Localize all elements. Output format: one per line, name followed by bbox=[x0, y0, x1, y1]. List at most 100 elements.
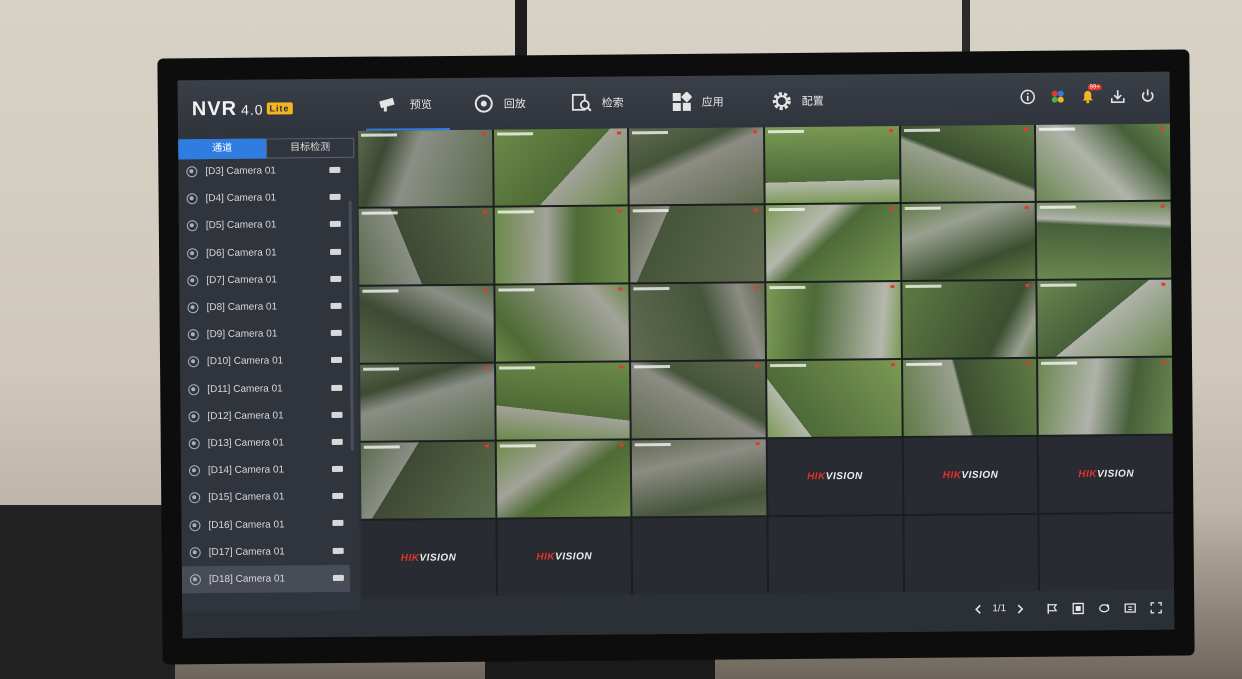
camera-list-item[interactable]: [D10] Camera 01 bbox=[180, 347, 348, 376]
camera-list-item[interactable]: [D7] Camera 01 bbox=[179, 266, 347, 295]
hikvision-logo: HIKVISION bbox=[942, 469, 999, 482]
recording-indicator-icon bbox=[620, 443, 625, 447]
fullscreen-toggle-icon[interactable] bbox=[1072, 602, 1084, 615]
camera-feed-tile[interactable] bbox=[493, 128, 628, 206]
flag-icon[interactable] bbox=[1046, 603, 1058, 615]
camera-feed-tile[interactable] bbox=[1036, 123, 1171, 201]
camera-list-item[interactable]: [D14] Camera 01 bbox=[181, 456, 349, 485]
stream-badge-icon[interactable] bbox=[330, 330, 342, 337]
stream-badge-icon[interactable] bbox=[332, 520, 344, 527]
camera-list-item[interactable]: [D3] Camera 01 bbox=[178, 157, 346, 186]
stream-badge-icon[interactable] bbox=[329, 166, 341, 174]
empty-channel-tile[interactable]: HIKVISION bbox=[767, 438, 903, 516]
empty-channel-tile[interactable]: HIKVISION bbox=[903, 436, 1038, 515]
stream-badge-icon[interactable] bbox=[330, 302, 342, 309]
nav-live-view[interactable]: 预览 bbox=[360, 78, 456, 131]
camera-list-item[interactable]: [D11] Camera 01 bbox=[180, 374, 348, 403]
camera-feed-tile[interactable] bbox=[495, 362, 631, 440]
camera-list-item[interactable]: [D18] Camera 01 bbox=[181, 564, 351, 594]
stream-badge-icon[interactable] bbox=[332, 574, 344, 581]
stream-badge-icon[interactable] bbox=[332, 493, 344, 500]
camera-list-item[interactable]: [D16] Camera 01 bbox=[181, 510, 349, 539]
camera-status-icon bbox=[186, 220, 198, 232]
sidebar-scrollbar[interactable] bbox=[348, 200, 354, 451]
camera-feed-tile[interactable] bbox=[1038, 357, 1173, 435]
camera-list-item[interactable]: [D4] Camera 01 bbox=[178, 184, 346, 213]
stream-badge-icon[interactable] bbox=[330, 357, 343, 364]
recording-indicator-icon bbox=[890, 285, 895, 289]
camera-feed-tile[interactable] bbox=[360, 363, 495, 441]
camera-feed-tile[interactable] bbox=[1036, 201, 1172, 279]
camera-list-item[interactable]: [D5] Camera 01 bbox=[179, 211, 347, 240]
stream-badge-icon[interactable] bbox=[330, 275, 342, 282]
camera-list-item[interactable]: [D17] Camera 01 bbox=[182, 537, 350, 566]
pager: 1/1 bbox=[974, 603, 1024, 614]
timestamp-overlay bbox=[634, 365, 671, 369]
camera-status-icon bbox=[189, 519, 201, 531]
empty-channel-tile[interactable] bbox=[768, 516, 903, 594]
camera-feed-tile[interactable] bbox=[496, 440, 631, 518]
camera-feed-tile[interactable] bbox=[765, 204, 900, 282]
empty-channel-tile[interactable]: HIKVISION bbox=[1039, 435, 1174, 513]
camera-feed-tile[interactable] bbox=[630, 205, 765, 283]
empty-channel-tile[interactable]: HIKVISION bbox=[497, 518, 632, 596]
info-icon[interactable] bbox=[1020, 89, 1036, 105]
camera-feed-tile[interactable] bbox=[902, 280, 1037, 359]
camera-list-item[interactable]: [D6] Camera 01 bbox=[179, 238, 347, 267]
expand-icon[interactable] bbox=[1150, 602, 1162, 614]
camera-feed-tile[interactable] bbox=[764, 126, 900, 204]
camera-list-item[interactable]: [D15] Camera 01 bbox=[181, 483, 349, 512]
layout-icon[interactable] bbox=[1124, 602, 1136, 614]
nav-playback[interactable]: 回放 bbox=[456, 77, 554, 130]
camera-feed-tile[interactable] bbox=[629, 127, 764, 205]
camera-feed-tile[interactable] bbox=[630, 283, 766, 361]
camera-list-item[interactable]: [D12] Camera 01 bbox=[180, 402, 348, 431]
power-icon[interactable] bbox=[1140, 88, 1156, 104]
camera-list-item[interactable]: [D8] Camera 01 bbox=[179, 293, 347, 322]
recording-indicator-icon bbox=[618, 287, 623, 291]
stream-badge-icon[interactable] bbox=[331, 465, 343, 473]
stream-badge-icon[interactable] bbox=[329, 221, 341, 228]
camera-feed-tile[interactable] bbox=[358, 207, 494, 285]
download-icon[interactable] bbox=[1110, 88, 1126, 104]
camera-feed-tile[interactable] bbox=[358, 129, 493, 207]
cycle-icon[interactable] bbox=[1098, 602, 1110, 614]
camera-feed-tile[interactable] bbox=[495, 284, 630, 362]
background-shadow bbox=[0, 505, 175, 679]
stream-badge-icon[interactable] bbox=[329, 194, 341, 201]
nav-search[interactable]: 检索 bbox=[554, 76, 654, 129]
empty-channel-tile[interactable]: HIKVISION bbox=[361, 519, 496, 597]
timestamp-overlay bbox=[769, 285, 806, 290]
camera-feed-tile[interactable] bbox=[767, 360, 902, 438]
camera-feed-tile[interactable] bbox=[360, 441, 496, 519]
nav-config[interactable]: 配置 bbox=[754, 75, 842, 128]
tab-target-detection[interactable]: 目标检测 bbox=[266, 137, 355, 159]
camera-list-item[interactable]: [D9] Camera 01 bbox=[180, 320, 348, 349]
nav-apps[interactable]: 应用 bbox=[654, 75, 754, 128]
chevron-left-icon[interactable] bbox=[974, 604, 982, 614]
stream-badge-icon[interactable] bbox=[332, 547, 344, 554]
stream-badge-icon[interactable] bbox=[330, 248, 342, 255]
stream-badge-icon[interactable] bbox=[331, 411, 343, 418]
stream-badge-icon[interactable] bbox=[331, 384, 343, 391]
camera-feed-tile[interactable] bbox=[632, 439, 767, 517]
camera-feed-tile[interactable] bbox=[902, 358, 1038, 437]
camera-name: [D16] Camera 01 bbox=[208, 518, 285, 531]
camera-list-item[interactable]: [D13] Camera 01 bbox=[181, 429, 349, 458]
empty-channel-tile[interactable] bbox=[632, 517, 768, 595]
camera-feed-tile[interactable] bbox=[900, 124, 1035, 203]
color-palette-icon[interactable] bbox=[1050, 89, 1066, 105]
bottom-toolbar: 1/1 bbox=[362, 589, 1175, 637]
camera-feed-tile[interactable] bbox=[631, 361, 766, 439]
empty-channel-tile[interactable] bbox=[1039, 513, 1175, 591]
camera-feed-tile[interactable] bbox=[766, 282, 901, 360]
camera-feed-tile[interactable] bbox=[901, 202, 1036, 281]
stream-badge-icon[interactable] bbox=[331, 438, 343, 445]
tab-channels[interactable]: 通道 bbox=[178, 138, 267, 160]
chevron-right-icon[interactable] bbox=[1016, 603, 1024, 614]
camera-feed-tile[interactable] bbox=[1037, 279, 1173, 357]
bell-icon[interactable]: 99+ bbox=[1080, 84, 1102, 104]
camera-feed-tile[interactable] bbox=[494, 206, 629, 284]
empty-channel-tile[interactable] bbox=[904, 514, 1039, 593]
camera-feed-tile[interactable] bbox=[359, 285, 494, 363]
